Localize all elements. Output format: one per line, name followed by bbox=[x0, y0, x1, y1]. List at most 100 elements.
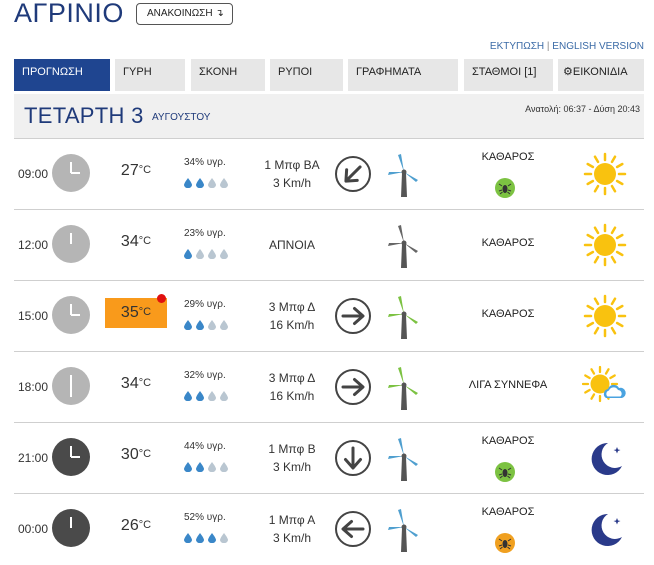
humidity-text: 29% υγρ. bbox=[184, 299, 226, 310]
arrow-west-icon bbox=[334, 510, 372, 548]
tab-label: ΓΥΡΗ bbox=[123, 66, 152, 78]
tab-dust[interactable]: ΣΚΟΝΗ bbox=[191, 59, 265, 91]
row-time: 12:00 bbox=[18, 238, 49, 252]
drop-empty-icon bbox=[220, 530, 228, 544]
forecast-row: 18:00 34°C 32% υγρ. 3 Μπφ Δ 16 Km/h ΛΙΓΑ ΣΥΝΝ… bbox=[14, 351, 644, 423]
tab-forecast[interactable]: ΠΡΟΓΝΩΣΗ bbox=[14, 59, 110, 91]
pollen-orange-icon bbox=[495, 533, 515, 553]
sky-condition: ΚΑΘΑΡΟΣ bbox=[481, 151, 535, 163]
temperature-cell: 30°C bbox=[105, 440, 167, 470]
drop-filled-icon bbox=[196, 317, 204, 331]
announcement-button[interactable]: ΑΝΑΚΟΙΝΩΣΗ ↴ bbox=[136, 3, 233, 25]
humidity-text: 32% υγρ. bbox=[184, 370, 226, 381]
drop-filled-icon bbox=[196, 530, 204, 544]
drop-empty-icon bbox=[220, 459, 228, 473]
clock-icon bbox=[52, 367, 90, 405]
wind-turbine-icon bbox=[384, 151, 422, 197]
wind-speed: 16 Km/h bbox=[269, 389, 315, 403]
wind-turbine-icon bbox=[384, 222, 422, 268]
humidity-text: 44% υγρ. bbox=[184, 441, 226, 452]
drop-filled-icon bbox=[184, 317, 192, 331]
pollen-green-icon bbox=[495, 178, 515, 198]
wind-turbine-icon bbox=[384, 506, 422, 552]
humidity-drops bbox=[184, 388, 232, 402]
sun-cloud-icon bbox=[581, 364, 628, 410]
tab-charts[interactable]: ΓΡΑΦΗΜΑΤΑ bbox=[348, 59, 458, 91]
drop-filled-icon bbox=[184, 459, 192, 473]
drop-filled-icon bbox=[208, 530, 216, 544]
drop-filled-icon bbox=[184, 246, 192, 260]
wind-text: 1 Μπφ Β 3 Km/h bbox=[240, 440, 344, 476]
tab-icons[interactable]: ⚙ΕΙΚΟΝΙΔΙΑ bbox=[558, 59, 644, 91]
wind-turbine-icon bbox=[384, 293, 422, 339]
day-name: ΤΕΤΑΡΤΗ 3 bbox=[24, 103, 144, 128]
day-month: ΑΥΓΟΥΣΤΟΥ bbox=[152, 112, 211, 123]
tab-bar: ΠΡΟΓΝΩΣΗ ΓΥΡΗ ΣΚΟΝΗ ΡΥΠΟΙ ΓΡΑΦΗΜΑΤΑ ΣΤΑΘ… bbox=[14, 59, 644, 91]
row-time: 21:00 bbox=[18, 451, 49, 465]
english-version-link[interactable]: ENGLISH VERSION bbox=[552, 41, 644, 52]
temperature-value: 27°C bbox=[120, 162, 152, 179]
moon-icon bbox=[582, 506, 628, 552]
drop-empty-icon bbox=[220, 317, 228, 331]
tab-pollen[interactable]: ΓΥΡΗ bbox=[115, 59, 185, 91]
humidity-drops bbox=[184, 175, 232, 189]
wind-text: 3 Μπφ Δ 16 Km/h bbox=[240, 369, 344, 405]
sun-icon bbox=[582, 151, 628, 197]
wind-force: 1 Μπφ ΒΑ bbox=[264, 158, 320, 172]
wind-speed: 3 Km/h bbox=[272, 460, 311, 474]
moon-icon bbox=[582, 435, 628, 481]
humidity-text: 34% υγρ. bbox=[184, 157, 226, 168]
wind-force: 3 Μπφ Δ bbox=[268, 300, 316, 314]
row-time: 18:00 bbox=[18, 380, 49, 394]
tab-label: ΠΡΟΓΝΩΣΗ bbox=[22, 66, 83, 78]
forecast-row: 00:00 26°C 52% υγρ. 1 Μπφ Α 3 Km/h ΚΑΘΑΡΟΣ bbox=[14, 493, 644, 565]
drop-empty-icon bbox=[208, 317, 216, 331]
wind-speed: 16 Km/h bbox=[269, 318, 315, 332]
arrow-east-icon bbox=[334, 368, 372, 406]
drop-empty-icon bbox=[220, 246, 228, 260]
pollen-green-icon bbox=[495, 462, 515, 482]
drop-empty-icon bbox=[208, 388, 216, 402]
tab-stations[interactable]: ΣΤΑΘΜΟΙ [1] bbox=[464, 59, 553, 91]
wind-calm: ΑΠΝΟΙΑ bbox=[268, 238, 315, 252]
wind-force: 3 Μπφ Δ bbox=[268, 371, 316, 385]
temperature-cell: 26°C bbox=[105, 511, 167, 541]
drop-filled-icon bbox=[184, 530, 192, 544]
wind-text: ΑΠΝΟΙΑ bbox=[240, 236, 344, 254]
tab-pollutants[interactable]: ΡΥΠΟΙ bbox=[270, 59, 343, 91]
temperature-cell: 34°C bbox=[105, 227, 167, 257]
row-time: 00:00 bbox=[18, 522, 49, 536]
drop-filled-icon bbox=[196, 175, 204, 189]
sky-condition: ΛΙΓΑ ΣΥΝΝΕΦΑ bbox=[468, 379, 548, 391]
sky-condition: ΚΑΘΑΡΟΣ bbox=[481, 308, 535, 320]
drop-empty-icon bbox=[208, 459, 216, 473]
heat-alert-dot bbox=[157, 294, 166, 303]
wind-speed: 3 Km/h bbox=[272, 176, 311, 190]
print-link[interactable]: ΕΚΤΥΠΩΣΗ bbox=[490, 41, 544, 52]
temperature-cell: 27°C bbox=[105, 156, 167, 186]
temperature-value: 26°C bbox=[120, 517, 152, 534]
wind-text: 3 Μπφ Δ 16 Km/h bbox=[240, 298, 344, 334]
temperature-value: 35°C bbox=[120, 304, 152, 321]
city-title: ΑΓΡΙΝΙΟ bbox=[14, 0, 124, 28]
row-time: 15:00 bbox=[18, 309, 49, 323]
drop-empty-icon bbox=[196, 246, 204, 260]
arrow-southwest-icon bbox=[334, 155, 372, 193]
temperature-cell: 35°C bbox=[105, 294, 167, 328]
day-header: ΤΕΤΑΡΤΗ 3 ΑΥΓΟΥΣΤΟΥ Ανατολή: 06:37 - Δύσ… bbox=[14, 94, 644, 138]
sky-condition: ΚΑΘΑΡΟΣ bbox=[481, 237, 535, 249]
tab-label: ΣΤΑΘΜΟΙ [1] bbox=[472, 66, 537, 78]
wind-turbine-icon bbox=[384, 364, 422, 410]
tab-label: ΓΡΑΦΗΜΑΤΑ bbox=[356, 66, 422, 78]
sun-icon bbox=[582, 222, 628, 268]
forecast-row: 12:00 34°C 23% υγρ. ΑΠΝΟΙΑ ΚΑΘΑΡΟΣ bbox=[14, 209, 644, 281]
temperature-value: 34°C bbox=[120, 375, 152, 392]
drop-empty-icon bbox=[220, 175, 228, 189]
temperature-cell: 34°C bbox=[105, 369, 167, 399]
clock-icon bbox=[52, 438, 90, 476]
wind-force: 1 Μπφ Β bbox=[268, 442, 316, 456]
gear-icon: ⚙ bbox=[563, 66, 573, 78]
tab-label: ΡΥΠΟΙ bbox=[278, 66, 313, 78]
clock-icon bbox=[52, 225, 90, 263]
clock-icon bbox=[52, 154, 90, 192]
